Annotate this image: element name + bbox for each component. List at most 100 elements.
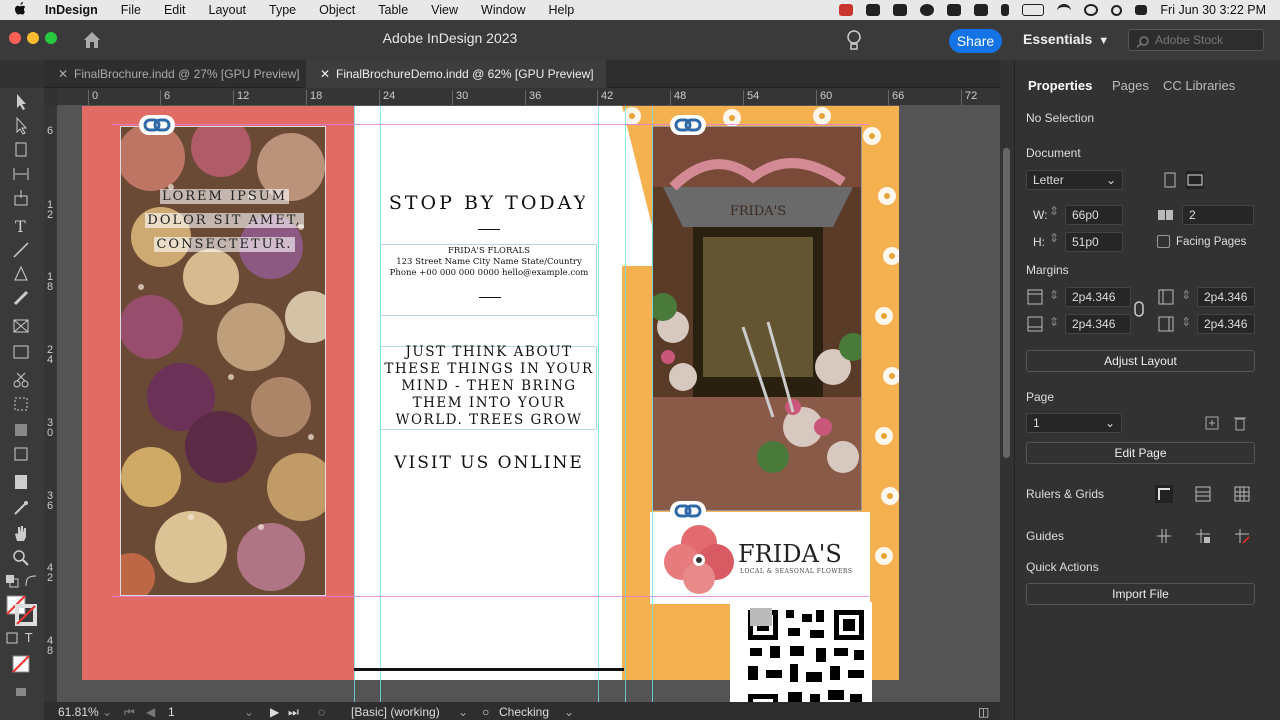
guide[interactable] [652,106,653,702]
menu-object[interactable]: Object [308,3,367,17]
link-icon[interactable] [138,114,176,136]
status-record-icon[interactable] [839,4,854,16]
status-gear-icon[interactable] [974,4,989,16]
status-app-icon[interactable] [866,4,881,16]
clock[interactable]: Fri Jun 30 3:22 PM [1160,3,1266,17]
landscape-orientation-icon[interactable] [1186,171,1204,189]
guide[interactable] [354,106,355,702]
guide[interactable] [598,106,599,702]
flower-bouquets-photo[interactable]: LOREM IPSUM DOLOR SIT AMET, CONSECTETUR. [120,126,326,596]
zoom-level[interactable]: 61.81% [58,705,99,719]
delete-page-icon[interactable] [1231,414,1249,432]
apply-none-icon[interactable] [11,654,31,674]
menu-table[interactable]: Table [367,3,420,17]
guide[interactable] [380,106,381,702]
page-tool-icon[interactable] [11,140,31,160]
document-preset-select[interactable]: Letter ⌄ [1026,170,1123,190]
gap-tool-icon[interactable] [11,164,31,184]
stepper-icon[interactable]: ⇕ [1049,288,1059,302]
import-file-button[interactable]: Import File [1026,583,1255,605]
stepper-icon[interactable]: ⇕ [1049,315,1059,329]
bluetooth-icon[interactable] [1001,4,1010,16]
menu-help[interactable]: Help [538,3,587,17]
apple-menu-icon[interactable] [14,1,34,19]
note-tool-icon[interactable] [11,472,31,492]
facing-pages-checkbox[interactable] [1157,235,1170,248]
eyedropper-tool-icon[interactable] [11,498,31,518]
margin-left-field[interactable]: 2p4.346 [1197,287,1255,307]
preflight-status[interactable]: Checking [499,705,549,719]
close-tab-icon[interactable]: ✕ [58,60,68,88]
share-button[interactable]: Share [949,29,1002,53]
logo-frame[interactable]: FRIDA'S LOCAL & SEASONAL FLOWERS [650,512,870,604]
vertical-ruler[interactable]: 6 1 2 1 8 2 4 3 0 3 6 4 2 4 8 [44,106,58,702]
first-page-icon[interactable]: ⏮ [124,705,135,720]
screen-mode-icon[interactable] [11,682,31,702]
previous-page-icon[interactable]: ◀ [146,705,155,719]
menu-layout[interactable]: Layout [198,3,259,17]
chevron-down-icon[interactable]: ⌄ [244,705,254,719]
gradient-tool-icon[interactable] [11,420,31,440]
vertical-scrollbar[interactable] [1000,88,1014,702]
tab-final-brochure[interactable]: ✕ FinalBrochure.indd @ 27% [GPU Preview] [44,60,306,88]
preflight-profile[interactable]: [Basic] (working) [351,705,440,719]
menu-window[interactable]: Window [470,3,537,17]
menu-file[interactable]: File [110,3,153,17]
smart-guides-icon[interactable] [1233,527,1251,545]
split-view-icon[interactable]: ◫ [978,705,989,719]
baseline-grid-icon[interactable] [1194,485,1212,503]
scroll-thumb[interactable] [1003,148,1010,458]
status-cc-icon[interactable] [920,4,935,16]
guide[interactable] [625,106,626,702]
heading-visit-us-online[interactable]: VISIT US ONLINE [380,453,598,473]
page-number[interactable]: 1 [168,705,175,719]
type-tool-icon[interactable]: T [11,216,31,236]
rectangle-frame-tool-icon[interactable] [11,316,31,336]
tab-final-brochure-demo[interactable]: ✕ FinalBrochureDemo.indd @ 62% [GPU Prev… [306,60,606,88]
spotlight-icon[interactable] [1111,4,1123,16]
pages-count-field[interactable]: 2 [1182,205,1254,225]
tab-pages[interactable]: Pages [1112,78,1149,93]
fill-stroke-swatch-icon[interactable] [5,594,37,626]
battery-icon[interactable] [1022,4,1045,16]
rectangle-tool-icon[interactable] [11,342,31,362]
chevron-down-icon[interactable]: ⌄ [458,705,468,719]
width-field[interactable]: 66p0 [1065,205,1123,225]
lightbulb-icon[interactable] [845,28,863,52]
link-icon[interactable] [669,114,707,136]
adobe-stock-search[interactable]: Adobe Stock [1128,29,1264,51]
hand-tool-icon[interactable] [11,524,31,544]
status-dropbox-icon[interactable] [893,4,908,16]
stepper-icon[interactable]: ⇕ [1181,288,1191,302]
line-tool-icon[interactable] [11,240,31,260]
horizontal-ruler[interactable]: 0 6 12 18 24 30 36 42 48 54 60 66 72 [58,88,1000,106]
tab-cc-libraries[interactable]: CC Libraries [1163,78,1235,93]
last-page-icon[interactable]: ⏭ [288,705,299,720]
wifi-icon[interactable] [1057,4,1072,16]
menu-type[interactable]: Type [258,3,308,17]
stepper-icon[interactable]: ⇕ [1049,204,1059,218]
menu-view[interactable]: View [420,3,470,17]
next-page-icon[interactable]: ▶ [270,705,279,719]
stepper-icon[interactable]: ⇕ [1049,231,1059,245]
formatting-text-icon[interactable]: T [23,630,37,645]
show-guides-icon[interactable] [1155,527,1173,545]
selection-tool-icon[interactable] [11,92,31,112]
document-canvas[interactable]: LOREM IPSUM DOLOR SIT AMET, CONSECTETUR.… [58,106,1000,702]
link-margins-icon[interactable] [1130,300,1148,318]
time-machine-icon[interactable] [1084,4,1099,16]
ruler-icon[interactable] [1155,485,1173,503]
direct-selection-tool-icon[interactable] [11,116,31,136]
page-select[interactable]: 1 ⌄ [1026,413,1122,433]
control-center-icon[interactable] [1135,5,1148,15]
chevron-down-icon[interactable]: ⌄ [102,705,112,719]
margin-right-field[interactable]: 2p4.346 [1197,314,1255,334]
free-transform-tool-icon[interactable] [11,394,31,414]
qr-code[interactable] [730,602,872,702]
default-fill-stroke-icon[interactable] [5,574,25,594]
page-spread[interactable]: LOREM IPSUM DOLOR SIT AMET, CONSECTETUR.… [82,106,901,702]
zoom-tool-icon[interactable] [11,548,31,568]
height-field[interactable]: 51p0 [1065,232,1123,252]
stepper-icon[interactable]: ⇕ [1181,315,1191,329]
flower-shop-photo[interactable]: FRIDA'S [652,126,862,511]
